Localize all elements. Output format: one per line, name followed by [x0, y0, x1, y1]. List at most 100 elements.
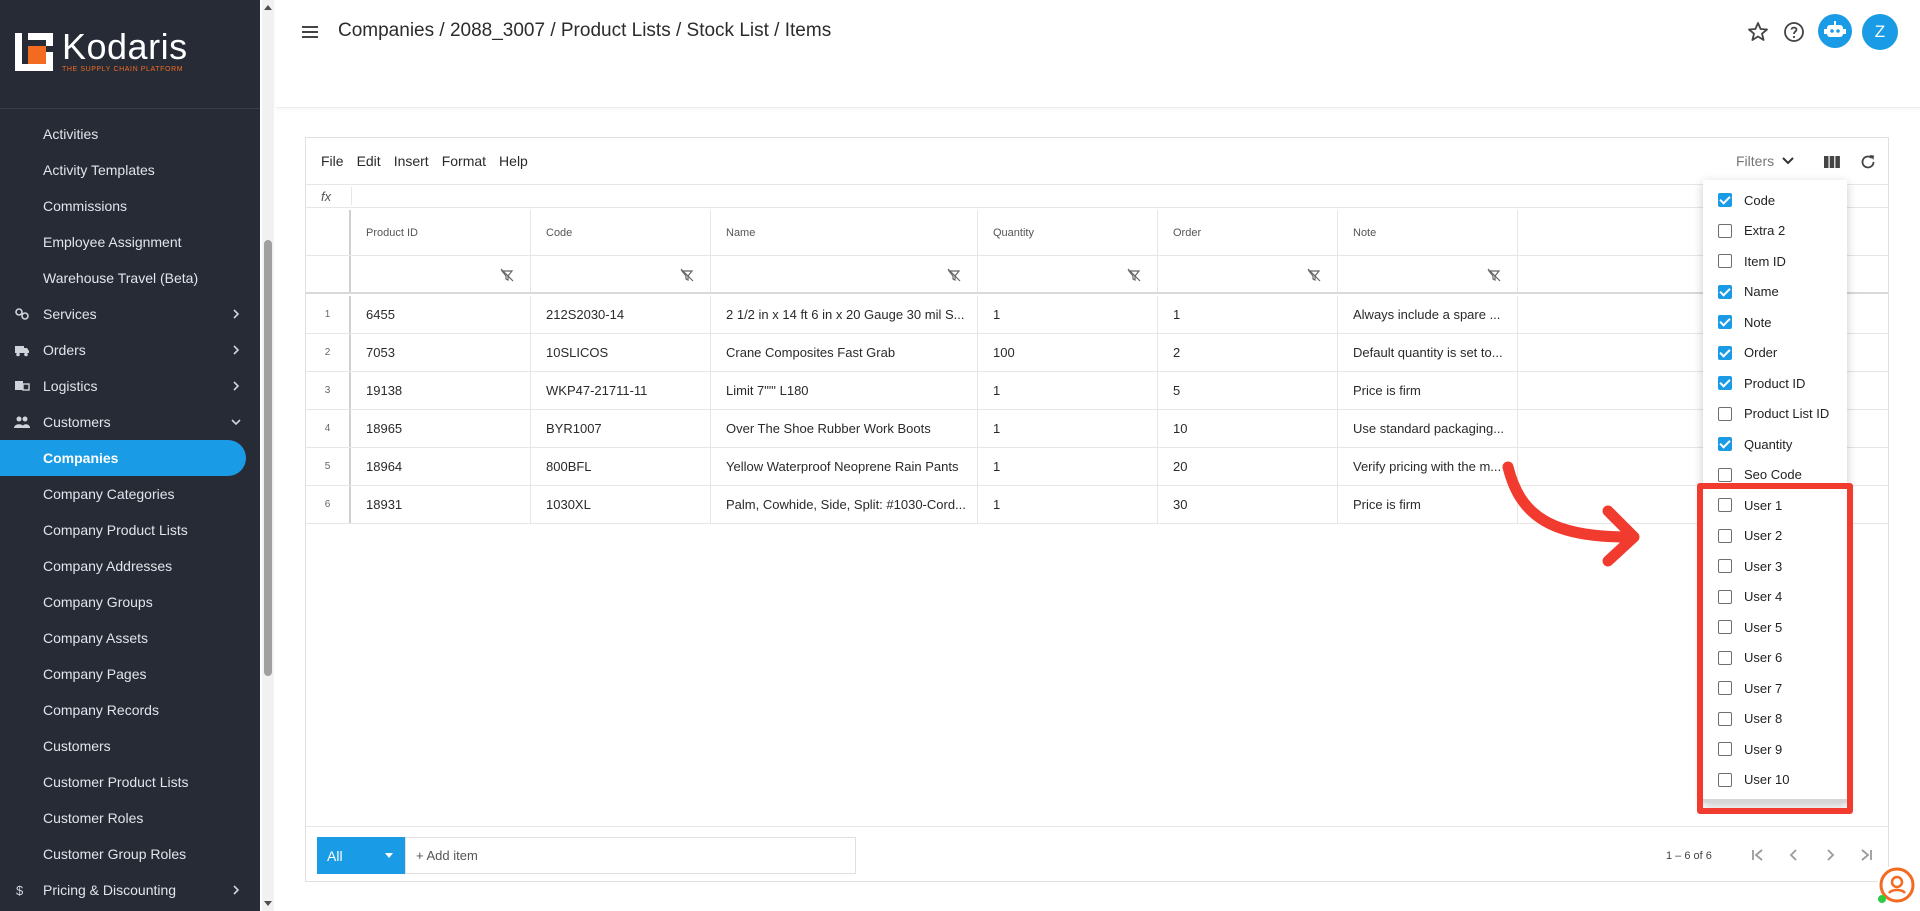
- column-filter-cell[interactable]: [1158, 256, 1338, 292]
- sidebar-item-commissions[interactable]: Commissions: [0, 188, 246, 224]
- filter-off-icon[interactable]: [680, 268, 694, 282]
- refresh-icon[interactable]: [1859, 153, 1877, 171]
- column-header-quantity[interactable]: Quantity: [978, 210, 1158, 255]
- filter-off-icon[interactable]: [947, 268, 961, 282]
- filter-off-icon[interactable]: [500, 268, 514, 282]
- menu-help[interactable]: Help: [499, 153, 528, 169]
- column-header-product-id[interactable]: Product ID: [351, 210, 531, 255]
- checkbox[interactable]: [1718, 345, 1732, 360]
- column-option-item-id[interactable]: Item ID: [1703, 246, 1847, 276]
- column-option-order[interactable]: Order: [1703, 338, 1847, 368]
- table-cell-order[interactable]: 10: [1158, 410, 1338, 447]
- menu-file[interactable]: File: [321, 153, 344, 169]
- scroll-down-arrow-icon[interactable]: [264, 899, 272, 907]
- table-cell-product-id[interactable]: 6455: [351, 296, 531, 333]
- filters-dropdown[interactable]: Filters: [1736, 153, 1794, 169]
- add-item-input[interactable]: + Add item: [405, 837, 856, 874]
- column-filter-cell[interactable]: [1338, 256, 1518, 292]
- table-cell-name[interactable]: Limit 7""' L180: [711, 372, 978, 409]
- table-cell-code[interactable]: 10SLICOS: [531, 334, 711, 371]
- sidebar-item-employee-assignment[interactable]: Employee Assignment: [0, 224, 246, 260]
- column-option-note[interactable]: Note: [1703, 307, 1847, 337]
- ai-assistant-button[interactable]: [1818, 14, 1852, 48]
- checkbox[interactable]: [1718, 284, 1732, 299]
- checkbox[interactable]: [1718, 467, 1732, 482]
- table-cell-name[interactable]: Over The Shoe Rubber Work Boots: [711, 410, 978, 447]
- sidebar-item-activities[interactable]: Activities: [0, 116, 246, 152]
- previous-page-icon[interactable]: [1786, 847, 1802, 863]
- table-cell-code[interactable]: BYR1007: [531, 410, 711, 447]
- table-cell-name[interactable]: Crane Composites Fast Grab: [711, 334, 978, 371]
- table-cell-order[interactable]: 2: [1158, 334, 1338, 371]
- table-cell-quantity[interactable]: 1: [978, 410, 1158, 447]
- sidebar-item-pricing-discounting[interactable]: $ Pricing & Discounting: [0, 872, 246, 908]
- sidebar-item-companies[interactable]: Companies: [0, 440, 246, 476]
- support-chat-button[interactable]: [1877, 865, 1917, 905]
- sidebar-item-customer-group-roles[interactable]: Customer Group Roles: [0, 836, 246, 872]
- checkbox[interactable]: [1718, 193, 1732, 207]
- row-number[interactable]: 4: [306, 410, 351, 447]
- checkbox[interactable]: [1718, 223, 1732, 238]
- last-page-icon[interactable]: [1858, 847, 1874, 863]
- column-option-name[interactable]: Name: [1703, 277, 1847, 307]
- filter-off-icon[interactable]: [1307, 268, 1321, 282]
- table-cell-quantity[interactable]: 100: [978, 334, 1158, 371]
- table-cell-order[interactable]: 1: [1158, 296, 1338, 333]
- menu-insert[interactable]: Insert: [394, 153, 429, 169]
- column-filter-cell[interactable]: [351, 256, 531, 292]
- scope-select-button[interactable]: All: [317, 837, 405, 874]
- table-cell-note[interactable]: Price is firm: [1338, 372, 1518, 409]
- table-cell-code[interactable]: 1030XL: [531, 486, 711, 523]
- table-cell-note[interactable]: Use standard packaging...: [1338, 410, 1518, 447]
- table-cell-name[interactable]: Palm, Cowhide, Side, Split: #1030-Cord..…: [711, 486, 978, 523]
- help-icon[interactable]: [1782, 20, 1806, 44]
- column-filter-cell[interactable]: [711, 256, 978, 292]
- sidebar-item-activity-templates[interactable]: Activity Templates: [0, 152, 246, 188]
- column-option-code[interactable]: Code: [1703, 185, 1847, 215]
- table-cell-order[interactable]: 5: [1158, 372, 1338, 409]
- table-cell-note[interactable]: Default quantity is set to...: [1338, 334, 1518, 371]
- row-number[interactable]: 1: [306, 296, 351, 333]
- sidebar-scrollbar-thumb[interactable]: [264, 240, 272, 676]
- column-header-code[interactable]: Code: [531, 210, 711, 255]
- table-cell-order[interactable]: 30: [1158, 486, 1338, 523]
- filter-off-icon[interactable]: [1487, 268, 1501, 282]
- user-avatar[interactable]: Z: [1862, 14, 1898, 50]
- row-number[interactable]: 3: [306, 372, 351, 409]
- table-cell-product-id[interactable]: 7053: [351, 334, 531, 371]
- checkbox[interactable]: [1718, 254, 1732, 268]
- kodaris-logo[interactable]: Kodaris THE SUPPLY CHAIN PLATFORM: [14, 29, 188, 73]
- filter-off-icon[interactable]: [1127, 268, 1141, 282]
- hamburger-menu-icon[interactable]: [300, 22, 320, 42]
- table-cell-product-id[interactable]: 18931: [351, 486, 531, 523]
- column-filter-cell[interactable]: [531, 256, 711, 292]
- column-header-note[interactable]: Note: [1338, 210, 1518, 255]
- column-option-product-list-id[interactable]: Product List ID: [1703, 399, 1847, 429]
- column-filter-cell[interactable]: [978, 256, 1158, 292]
- next-page-icon[interactable]: [1822, 847, 1838, 863]
- sidebar-item-company-categories[interactable]: Company Categories: [0, 476, 246, 512]
- checkbox[interactable]: [1718, 315, 1732, 329]
- sidebar-item-company-addresses[interactable]: Company Addresses: [0, 548, 246, 584]
- table-cell-quantity[interactable]: 1: [978, 296, 1158, 333]
- sidebar-item-services[interactable]: Services: [0, 296, 246, 332]
- sidebar-item-company-product-lists[interactable]: Company Product Lists: [0, 512, 246, 548]
- column-option-quantity[interactable]: Quantity: [1703, 429, 1847, 459]
- checkbox[interactable]: [1718, 437, 1732, 451]
- column-header-name[interactable]: Name: [711, 210, 978, 255]
- checkbox[interactable]: [1718, 406, 1732, 421]
- columns-icon[interactable]: [1823, 153, 1841, 171]
- column-option-product-id[interactable]: Product ID: [1703, 368, 1847, 398]
- checkbox[interactable]: [1718, 376, 1732, 390]
- table-cell-name[interactable]: Yellow Waterproof Neoprene Rain Pants: [711, 448, 978, 485]
- sidebar-item-company-records[interactable]: Company Records: [0, 692, 246, 728]
- table-cell-quantity[interactable]: 1: [978, 448, 1158, 485]
- table-cell-quantity[interactable]: 1: [978, 372, 1158, 409]
- column-header-order[interactable]: Order: [1158, 210, 1338, 255]
- table-cell-name[interactable]: 2 1/2 in x 14 ft 6 in x 20 Gauge 30 mil …: [711, 296, 978, 333]
- menu-edit[interactable]: Edit: [357, 153, 381, 169]
- sidebar-item-orders[interactable]: Orders: [0, 332, 246, 368]
- sidebar-item-company-assets[interactable]: Company Assets: [0, 620, 246, 656]
- sidebar-item-customer-product-lists[interactable]: Customer Product Lists: [0, 764, 246, 800]
- sidebar-item-warehouse-travel-beta[interactable]: Warehouse Travel (Beta): [0, 260, 246, 296]
